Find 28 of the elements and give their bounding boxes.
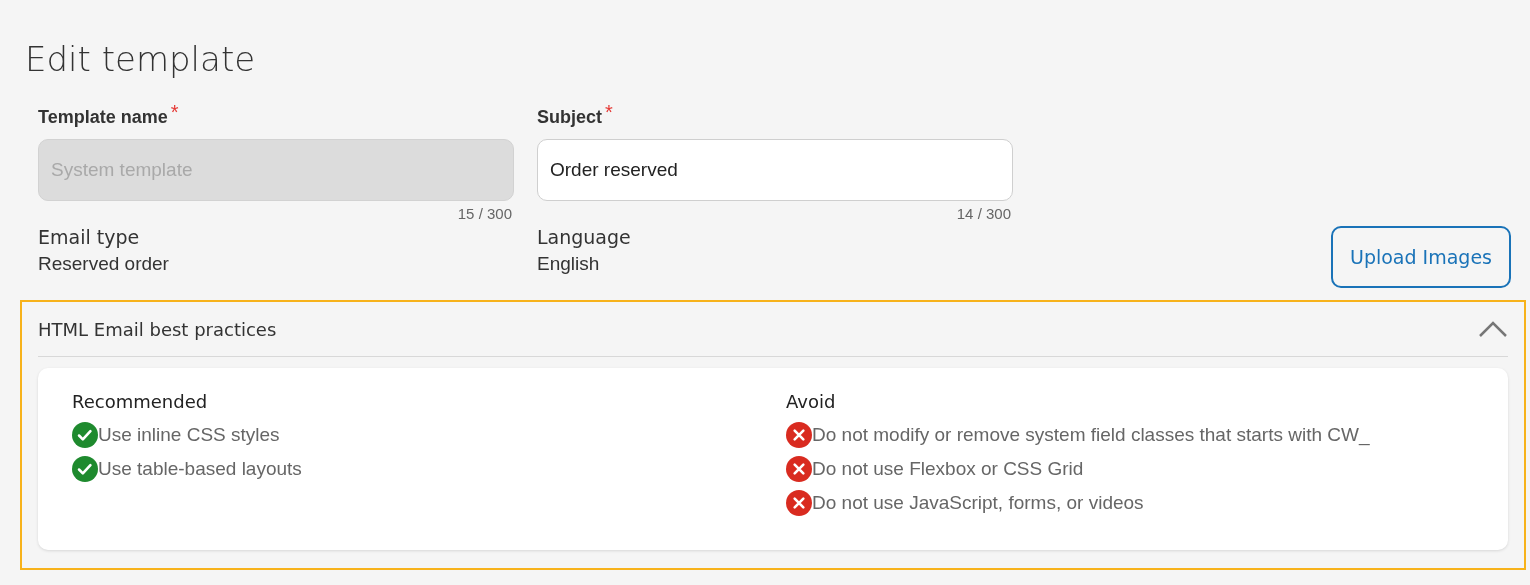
error-circle-icon — [786, 490, 812, 516]
info-label: Email type — [38, 225, 140, 250]
page-title: Edit template — [25, 38, 256, 80]
info-value: English — [537, 252, 600, 276]
accordion-header[interactable]: HTML Email best practices — [38, 302, 1508, 357]
accordion-title: HTML Email best practices — [38, 317, 277, 342]
column-heading: Recommended — [72, 390, 208, 414]
practice-item: Do not use JavaScript, forms, or videos — [812, 490, 1144, 515]
text-field[interactable]: Order reserved — [537, 139, 1013, 201]
required-asterisk: * — [170, 102, 179, 122]
error-circle-icon — [786, 422, 812, 448]
check-circle-icon — [72, 456, 98, 482]
field-label: Template name — [38, 106, 168, 129]
check-circle-icon — [72, 422, 98, 448]
chevron-up-icon — [1478, 321, 1508, 337]
practice-item: Use inline CSS styles — [98, 422, 280, 447]
field-label: Subject — [537, 106, 602, 129]
info-label: Language — [537, 225, 631, 250]
practice-item: Use table-based layouts — [98, 456, 302, 481]
character-counter: 15 / 300 — [457, 204, 513, 224]
required-asterisk: * — [605, 102, 613, 122]
upload-images-button[interactable]: Upload Images — [1330, 226, 1511, 288]
practice-item: Do not modify or remove system field classes that starts with CW_ — [812, 422, 1370, 448]
character-counter: 14 / 300 — [956, 204, 1012, 224]
info-value: Reserved order — [38, 252, 169, 276]
column-heading: Avoid — [786, 390, 836, 414]
error-circle-icon — [786, 456, 812, 482]
practice-item: Do not use Flexbox or CSS Grid — [812, 456, 1084, 481]
